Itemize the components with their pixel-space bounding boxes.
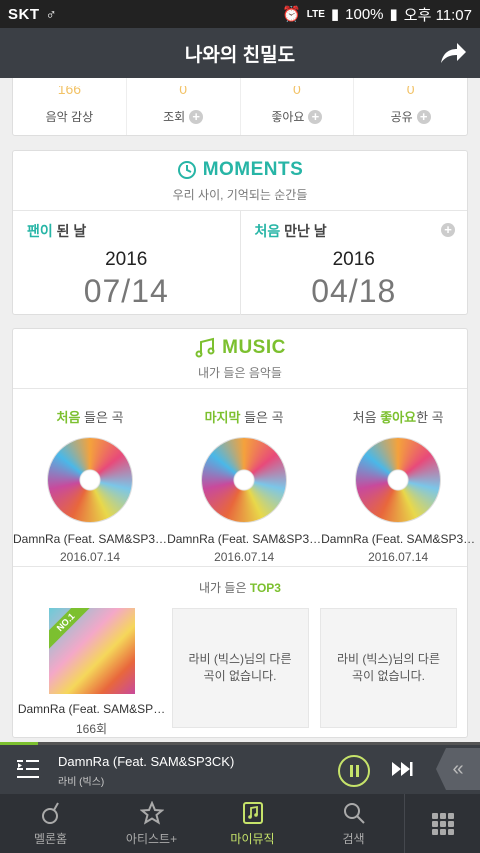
intimacy-stats-card: 166 음악 감상 0 조회 + 0 좋아요 + 0 공유 + xyxy=(12,78,468,136)
battery-level: 100% xyxy=(345,5,384,23)
top3-heading: 내가 들은 TOP3 xyxy=(199,581,281,595)
stat-view: 0 조회 + xyxy=(127,78,241,135)
last-listened-song[interactable]: 마지막 들은 곡 DamnRa (Feat. SAM&SP3… 2016.07.… xyxy=(167,389,321,566)
add-icon[interactable]: + xyxy=(441,223,455,237)
first-listened-song[interactable]: 처음 들은 곡 DamnRa (Feat. SAM&SP3… 2016.07.1… xyxy=(13,389,167,566)
album-disc-image[interactable] xyxy=(356,438,441,522)
song-date: 2016.07.14 xyxy=(60,550,121,564)
fan-day-label: 팬이 된 날 xyxy=(27,223,87,239)
app-header: 나와의 친밀도 xyxy=(0,28,480,78)
mini-player[interactable]: DamnRa (Feat. SAM&SP3CK) 라비 (빅스) « xyxy=(0,742,480,794)
music-title: MUSIC xyxy=(222,336,286,358)
album-disc-image[interactable] xyxy=(202,438,287,522)
tab-label: 마이뮤직 xyxy=(230,831,275,846)
music-note-icon xyxy=(195,337,215,357)
search-icon xyxy=(343,802,365,824)
music-card: MUSIC 내가 들은 음악들 처음 들은 곡 DamnRa (Feat. SA… xyxy=(12,328,475,738)
song-category-label: 처음 들은 곡 xyxy=(56,410,124,425)
bottom-navigation: 멜론홈 아티스트+ 마이뮤직 검색 xyxy=(0,794,480,853)
moments-header: MOMENTS 우리 사이, 기억되는 순간들 xyxy=(13,151,467,211)
clock: 오후 11:07 xyxy=(403,6,472,24)
stat-value: 0 xyxy=(406,86,415,97)
fan-day-panel: 팬이 된 날 2016 07/14 xyxy=(13,211,241,315)
stat-like: 0 좋아요 + xyxy=(241,78,355,135)
add-icon[interactable]: + xyxy=(308,109,323,124)
my-music-icon xyxy=(242,801,263,824)
first-met-label: 처음 만난 날 xyxy=(254,223,327,239)
collapse-player-button[interactable]: « xyxy=(436,748,480,790)
moments-card: MOMENTS 우리 사이, 기억되는 순간들 팬이 된 날 2016 07/1… xyxy=(12,150,468,315)
fan-day-date: 07/14 xyxy=(83,273,169,309)
tab-my-music[interactable]: 마이뮤직 xyxy=(202,794,303,853)
moments-title: MOMENTS xyxy=(202,158,304,180)
song-title: DamnRa (Feat. SAM&SP3… xyxy=(13,532,168,546)
pause-button[interactable] xyxy=(338,755,370,787)
play-count: 166회 xyxy=(75,722,108,736)
melon-notification-icon: ♂ xyxy=(45,5,58,23)
page-title: 나와의 친밀도 xyxy=(184,44,296,66)
tab-artist-plus[interactable]: 아티스트+ xyxy=(101,794,202,853)
signal-icon: ▮ xyxy=(330,6,340,23)
stat-listen: 166 음악 감상 xyxy=(13,78,127,135)
stat-share: 0 공유 + xyxy=(354,78,467,135)
tab-label: 검색 xyxy=(342,831,365,846)
tab-label: 아티스트+ xyxy=(125,831,178,846)
scroll-content[interactable]: 166 음악 감상 0 조회 + 0 좋아요 + 0 공유 + MOMENTS 우리 xyxy=(0,78,480,742)
song-date: 2016.07.14 xyxy=(214,550,275,564)
first-met-date: 04/18 xyxy=(311,273,397,309)
double-chevron-left-icon: « xyxy=(452,757,464,780)
first-met-year: 2016 xyxy=(332,249,375,270)
first-met-panel: 처음 만난 날 + 2016 04/18 xyxy=(241,211,468,315)
song-category-label: 처음 좋아요한 곡 xyxy=(352,410,444,425)
stat-value: 0 xyxy=(292,86,301,97)
first-liked-song[interactable]: 처음 좋아요한 곡 DamnRa (Feat. SAM&SP3… 2016.07… xyxy=(321,389,475,566)
now-playing-title[interactable]: DamnRa (Feat. SAM&SP3CK) xyxy=(58,754,234,769)
tab-label: 멜론홈 xyxy=(33,831,68,846)
share-icon[interactable] xyxy=(438,40,468,66)
album-cover-image[interactable]: NO.1 xyxy=(48,608,135,694)
top3-list: NO.1 DamnRa (Feat. SAM&SP… 166회 라비 (빅스)님… xyxy=(13,608,467,737)
star-icon xyxy=(139,800,164,825)
add-icon[interactable]: + xyxy=(189,109,204,124)
menu-button[interactable] xyxy=(404,794,480,853)
stat-value: 166 xyxy=(57,86,82,97)
stat-label: 공유 xyxy=(390,110,413,124)
add-icon[interactable]: + xyxy=(416,109,431,124)
stat-value: 0 xyxy=(179,86,188,97)
song-category-label: 마지막 들은 곡 xyxy=(204,410,284,425)
tab-melon-home[interactable]: 멜론홈 xyxy=(0,794,101,853)
top3-empty-slot: 라비 (빅스)님의 다른 곡이 없습니다. xyxy=(320,608,457,728)
alarm-icon: ⏰ xyxy=(282,6,301,23)
album-disc-image[interactable] xyxy=(48,438,133,522)
song-title: DamnRa (Feat. SAM&SP3… xyxy=(321,532,476,546)
top3-item[interactable]: NO.1 DamnRa (Feat. SAM&SP… 166회 xyxy=(18,608,165,737)
next-track-icon[interactable] xyxy=(390,760,414,778)
playlist-icon[interactable] xyxy=(16,758,40,780)
music-header: MUSIC 내가 들은 음악들 xyxy=(13,329,467,389)
progress-fill xyxy=(0,742,39,745)
status-bar: SKT ♂ ⏰ LTE ▮ 100% ▮ 오후 11:07 xyxy=(0,0,480,28)
music-subtitle: 내가 들은 음악들 xyxy=(198,365,282,380)
playback-progress-bar[interactable] xyxy=(0,742,480,745)
lte-label: LTE xyxy=(306,8,325,20)
battery-icon: ▮ xyxy=(389,6,398,23)
grid-menu-icon xyxy=(431,812,454,835)
top3-empty-slot: 라비 (빅스)님의 다른 곡이 없습니다. xyxy=(171,608,309,728)
melon-home-icon xyxy=(41,802,59,824)
fan-day-year: 2016 xyxy=(105,249,148,270)
stat-label: 음악 감상 xyxy=(45,110,94,124)
song-date: 2016.07.14 xyxy=(368,550,429,564)
song-title: DamnRa (Feat. SAM&SP3… xyxy=(167,532,322,546)
now-playing-artist: 라비 (빅스) xyxy=(58,777,105,788)
rank-badge: NO.1 xyxy=(48,608,95,652)
song-title: DamnRa (Feat. SAM&SP… xyxy=(17,702,166,716)
stat-label: 좋아요 xyxy=(271,110,305,124)
carrier-label: SKT xyxy=(8,5,40,23)
clock-icon xyxy=(177,160,196,179)
moments-subtitle: 우리 사이, 기억되는 순간들 xyxy=(172,187,308,202)
stat-label: 조회 xyxy=(163,110,186,124)
tab-search[interactable]: 검색 xyxy=(303,794,404,853)
